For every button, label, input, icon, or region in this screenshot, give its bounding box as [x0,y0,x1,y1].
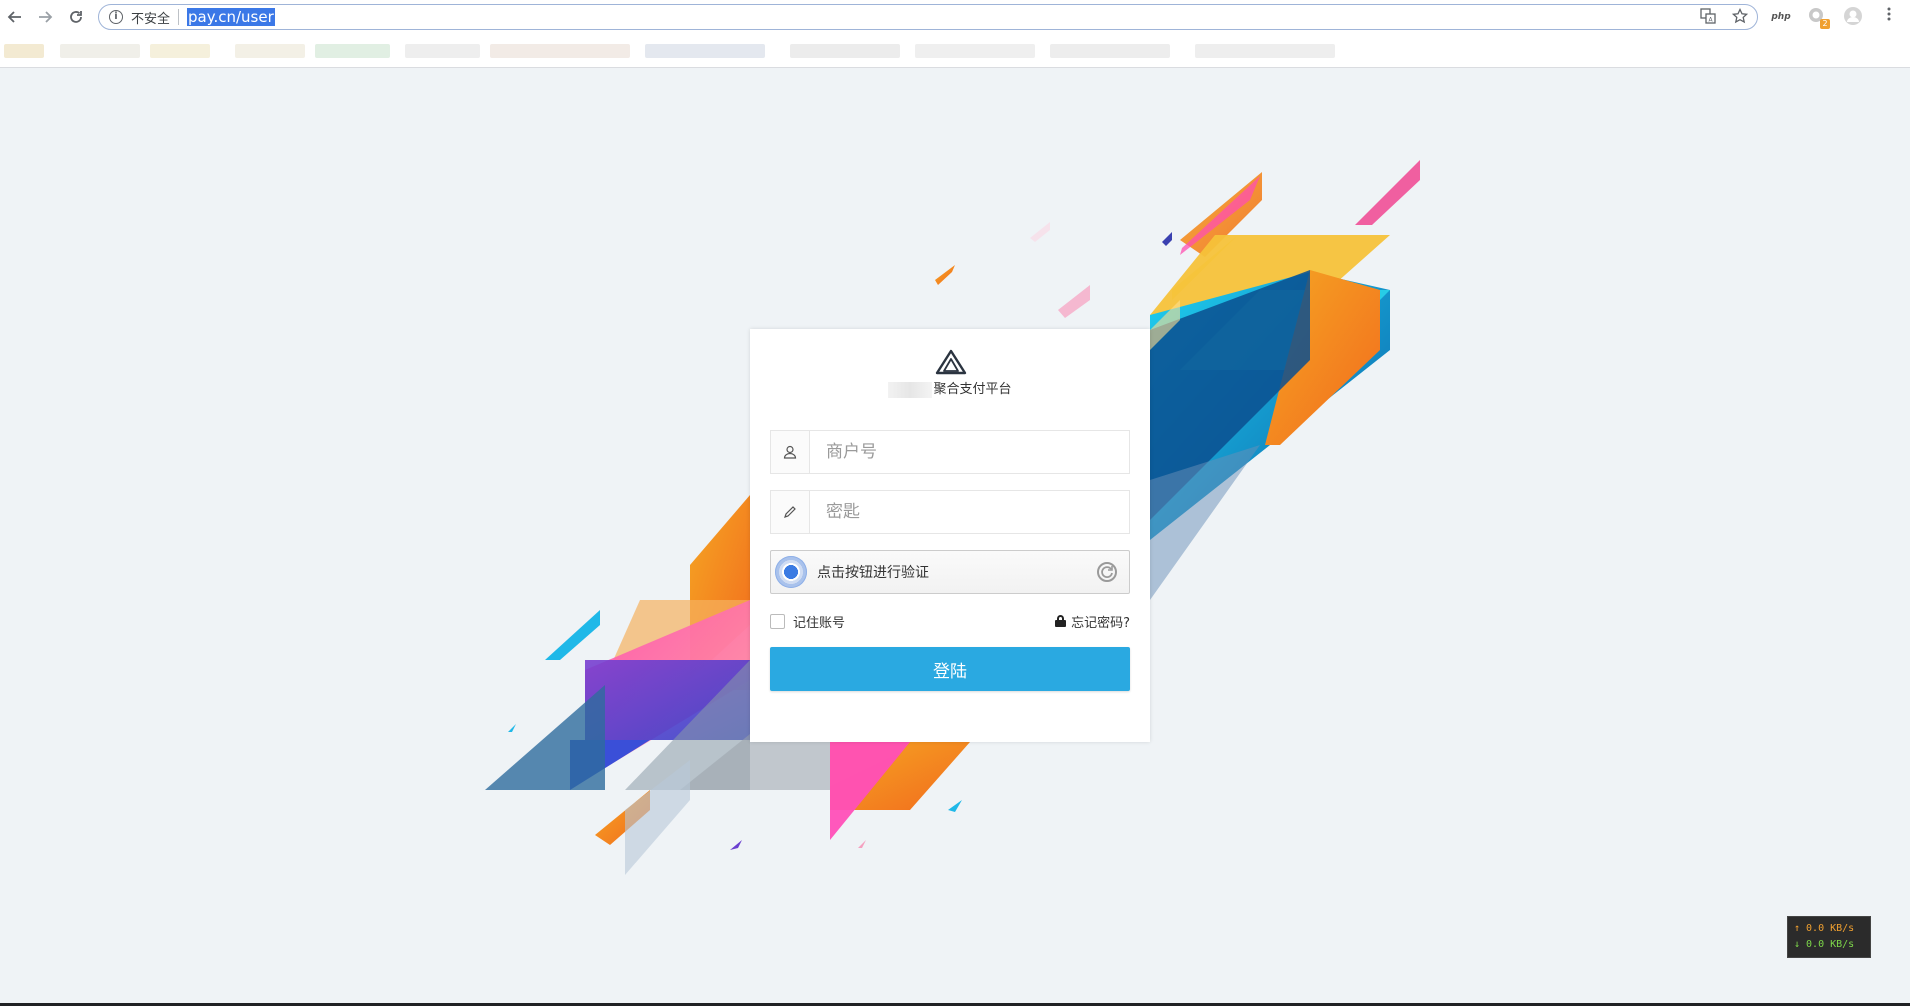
art-shape [858,840,866,848]
bookmarks-bar [0,34,1910,68]
secret-key-field [770,490,1130,534]
brand-name: 聚合支付平台 [933,382,1012,397]
menu-kebab-icon[interactable] [1878,6,1900,28]
upload-speed: ↑ 0.0 KB/s [1794,923,1855,934]
forgot-password-label: 忘记密码? [1071,615,1130,631]
extension-badge-icon[interactable]: 2 [1806,6,1830,29]
merchant-id-field [770,430,1130,474]
art-shape [1030,222,1050,242]
address-bar-actions: A [1699,7,1749,26]
bookmark-item[interactable] [490,44,630,58]
bookmark-item[interactable] [645,44,765,58]
bookmark-item[interactable] [235,44,305,58]
user-icon [771,431,810,473]
forward-button[interactable] [30,2,60,32]
info-icon[interactable]: i [109,10,123,24]
login-card: 聚合支付平台 点击按钮进行验证 记住账号 忘记密码? 登陆 [750,329,1150,742]
captcha-verify-button[interactable]: 点击按钮进行验证 [770,550,1130,594]
art-shape [1162,232,1172,246]
remember-label: 记住账号 [793,615,846,631]
network-speed-widget: ↑ 0.0 KB/s ↓ 0.0 KB/s [1787,916,1871,958]
address-bar[interactable]: i 不安全 pay.cn/user A [98,4,1758,30]
bookmark-item[interactable] [1050,44,1170,58]
art-shape [485,685,605,790]
brand-redacted-prefix [888,381,933,398]
brand-logo-icon [935,349,967,375]
reload-icon [70,11,82,23]
captcha-refresh-icon[interactable] [1095,560,1119,584]
bookmark-item[interactable] [4,44,44,58]
bookmark-item[interactable] [1195,44,1335,58]
brand-title: 聚合支付平台 [750,378,1150,398]
forgot-password-link[interactable]: 忘记密码? [1055,612,1130,631]
bookmark-item[interactable] [915,44,1035,58]
extension-badge-count: 2 [1820,19,1830,29]
bookmark-item[interactable] [405,44,480,58]
url-text[interactable]: pay.cn/user [187,8,275,26]
captcha-verify-text: 点击按钮进行验证 [817,565,929,581]
bookmark-item[interactable] [790,44,900,58]
php-extension-icon[interactable]: php [1770,6,1792,28]
pencil-icon [771,491,810,533]
lock-icon [1055,615,1067,627]
login-options-row: 记住账号 忘记密码? [770,611,1130,631]
merchant-id-input[interactable] [810,431,1129,473]
art-shape [948,800,962,812]
extensions-area: php 2 [1770,6,1900,29]
translate-icon[interactable]: A [1699,8,1717,26]
back-arrow-icon [7,11,21,23]
bookmark-star-icon[interactable] [1731,7,1749,26]
art-shape [508,724,516,732]
download-speed: ↓ 0.0 KB/s [1794,939,1855,950]
back-button[interactable] [0,2,30,32]
remember-checkbox[interactable] [770,613,785,629]
security-label[interactable]: 不安全 [131,8,170,27]
art-shape [730,840,742,850]
login-button[interactable]: 登陆 [770,647,1130,691]
art-shape [545,610,600,660]
bookmark-item[interactable] [150,44,210,58]
art-shape [1355,160,1420,225]
remember-account[interactable]: 记住账号 [770,612,845,631]
address-separator [178,9,180,25]
reload-button[interactable] [61,2,91,32]
browser-toolbar: i 不安全 pay.cn/user A php 2 [0,0,1910,34]
captcha-radar-icon [775,556,807,588]
profile-avatar-icon[interactable] [1842,6,1864,28]
forward-arrow-icon [39,11,53,23]
bookmark-item[interactable] [315,44,390,58]
secret-key-input[interactable] [810,491,1129,533]
bookmark-item[interactable] [60,44,140,58]
art-shape [935,265,955,285]
art-shape [1058,285,1090,318]
